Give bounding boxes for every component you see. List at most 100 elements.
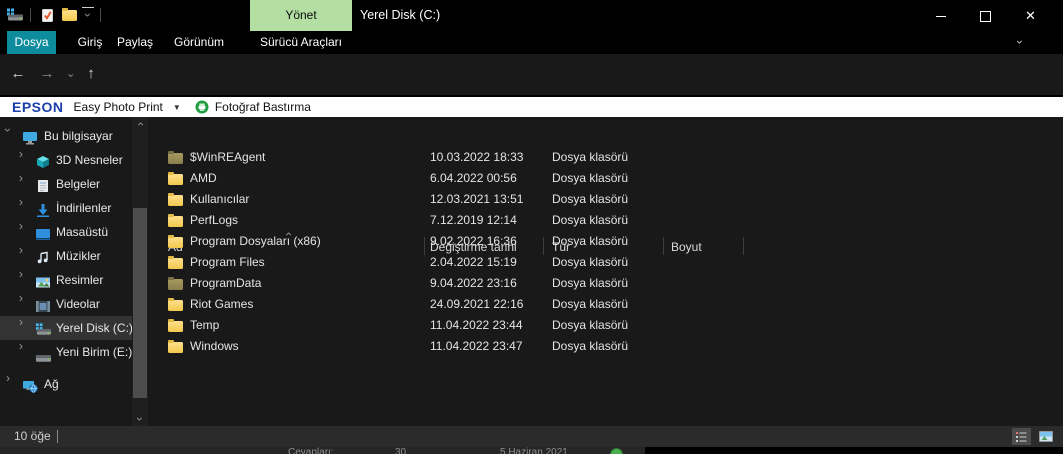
minimize-button[interactable] bbox=[918, 0, 963, 31]
sidebar-item-this-pc[interactable]: › Bu bilgisayar bbox=[0, 124, 132, 148]
photo-print-label: Fotoğraf Bastırma bbox=[214, 100, 311, 114]
expand-chevron-icon[interactable]: › bbox=[6, 372, 10, 384]
table-row[interactable]: PerfLogs 7.12.2019 12:14 Dosya klasörü bbox=[148, 210, 1063, 231]
file-date: 24.09.2021 22:16 bbox=[430, 297, 524, 311]
status-divider bbox=[57, 430, 58, 443]
tab-drive-tools[interactable]: Sürücü Araçları bbox=[250, 31, 352, 54]
sidebar-item-label: 3D Nesneler bbox=[56, 153, 123, 167]
sidebar-item-videos[interactable]: › Videolar bbox=[0, 292, 132, 316]
new-folder-icon[interactable] bbox=[62, 10, 77, 24]
table-row[interactable]: Program Files 2.04.2022 15:19 Dosya klas… bbox=[148, 252, 1063, 273]
file-type: Dosya klasörü bbox=[552, 213, 629, 227]
item-count: 10 öğe bbox=[14, 429, 51, 443]
sidebar-scrollbar[interactable]: › › bbox=[132, 117, 148, 426]
sidebar-item-network[interactable]: › Ağ bbox=[0, 372, 132, 396]
file-explorer-window: › Yönet Yerel Disk (C:) ✕ Dosya Giriş Pa… bbox=[0, 0, 1063, 454]
tab-share[interactable]: Paylaş bbox=[108, 31, 162, 54]
sidebar-item-label: Yerel Disk (C:) bbox=[56, 321, 133, 335]
sidebar-item-pictures[interactable]: › Resimler bbox=[0, 268, 132, 292]
customize-qat-icon[interactable]: › bbox=[81, 7, 95, 22]
file-date: 2.04.2022 15:19 bbox=[430, 255, 517, 269]
file-date: 12.03.2021 13:51 bbox=[430, 192, 524, 206]
sidebar-item-label: Bu bilgisayar bbox=[44, 129, 113, 143]
sidebar-item-documents[interactable]: › Belgeler bbox=[0, 172, 132, 196]
file-name: PerfLogs bbox=[190, 213, 239, 227]
file-name: Program Dosyaları (x86) bbox=[190, 234, 321, 248]
file-date: 11.04.2022 23:44 bbox=[430, 318, 523, 332]
file-type: Dosya klasörü bbox=[552, 234, 629, 248]
file-date: 9.02.2022 16:36 bbox=[430, 234, 517, 248]
table-row[interactable]: $WinREAgent 10.03.2022 18:33 Dosya klasö… bbox=[148, 147, 1063, 168]
scroll-up-icon[interactable]: › bbox=[132, 117, 148, 131]
file-name: Riot Games bbox=[190, 297, 254, 311]
file-name: AMD bbox=[190, 171, 217, 185]
tab-file[interactable]: Dosya bbox=[7, 31, 56, 54]
up-button[interactable]: ↑ bbox=[79, 61, 103, 87]
expand-chevron-icon[interactable]: › bbox=[19, 244, 23, 256]
file-type: Dosya klasörü bbox=[552, 255, 629, 269]
expand-chevron-icon[interactable]: › bbox=[19, 148, 23, 160]
table-row[interactable]: Temp 11.04.2022 23:44 Dosya klasörü bbox=[148, 315, 1063, 336]
folder-icon bbox=[168, 319, 183, 332]
file-name: Program Files bbox=[190, 255, 265, 269]
file-type: Dosya klasörü bbox=[552, 297, 629, 311]
epson-dropdown-icon[interactable]: ▼ bbox=[173, 103, 181, 112]
file-type: Dosya klasörü bbox=[552, 150, 629, 164]
expand-chevron-icon[interactable]: › bbox=[19, 196, 23, 208]
file-date: 7.12.2019 12:14 bbox=[430, 213, 517, 227]
file-name: Kullanıcılar bbox=[190, 192, 250, 206]
table-row[interactable]: Kullanıcılar 12.03.2021 13:51 Dosya klas… bbox=[148, 189, 1063, 210]
sidebar-item-label: Resimler bbox=[56, 273, 104, 287]
expand-chevron-icon[interactable]: › bbox=[19, 340, 23, 352]
tab-manage[interactable]: Yönet bbox=[250, 0, 352, 31]
qat-separator bbox=[100, 8, 101, 22]
ribbon-tab-row: Dosya Giriş Paylaş Görünüm Sürücü Araçla… bbox=[0, 31, 1063, 82]
content-area: › Bu bilgisayar › 3D Nesneler › Belgeler… bbox=[0, 117, 1063, 426]
expand-chevron-icon[interactable]: › bbox=[19, 268, 23, 280]
sidebar-item-local-disk-c[interactable]: › Yerel Disk (C:) bbox=[0, 316, 133, 340]
file-date: 10.03.2022 18:33 bbox=[430, 150, 524, 164]
scrollbar-thumb[interactable] bbox=[133, 208, 147, 398]
maximize-button[interactable] bbox=[963, 0, 1008, 31]
sidebar-item-downloads[interactable]: › İndirilenler bbox=[0, 196, 132, 220]
folder-icon bbox=[168, 172, 183, 185]
table-row[interactable]: Riot Games 24.09.2021 22:16 Dosya klasör… bbox=[148, 294, 1063, 315]
expand-chevron-icon[interactable]: › bbox=[19, 316, 23, 328]
drive-e-icon bbox=[35, 347, 52, 371]
collapse-ribbon-icon[interactable]: › bbox=[1010, 31, 1030, 54]
large-icons-view-button[interactable] bbox=[1036, 428, 1055, 445]
expand-chevron-icon[interactable]: › bbox=[19, 292, 23, 304]
sidebar-item-label: Videolar bbox=[56, 297, 100, 311]
tab-view[interactable]: Görünüm bbox=[159, 31, 239, 54]
file-type: Dosya klasörü bbox=[552, 318, 629, 332]
navigation-bar: ← → › ↑ › Bu bilgisayar › Yerel Disk (C:… bbox=[0, 54, 1063, 142]
file-date: 6.04.2022 00:56 bbox=[430, 171, 517, 185]
status-bar: 10 öğe bbox=[0, 426, 1063, 447]
scroll-down-icon[interactable]: › bbox=[132, 412, 148, 426]
back-button[interactable]: ← bbox=[6, 61, 30, 87]
sidebar-item-label: Ağ bbox=[44, 377, 59, 391]
table-row[interactable]: ProgramData 9.04.2022 23:16 Dosya klasör… bbox=[148, 273, 1063, 294]
expand-chevron-icon[interactable]: › bbox=[19, 220, 23, 232]
sidebar-item-music[interactable]: › Müzikler bbox=[0, 244, 132, 268]
sidebar-item-new-volume-e[interactable]: › Yeni Birim (E:) bbox=[0, 340, 132, 364]
properties-check-icon[interactable] bbox=[40, 8, 55, 26]
table-row[interactable]: AMD 6.04.2022 00:56 Dosya klasörü bbox=[148, 168, 1063, 189]
sidebar-item-label: Masaüstü bbox=[56, 225, 109, 239]
details-view-button[interactable] bbox=[1012, 428, 1031, 445]
file-date: 11.04.2022 23:47 bbox=[430, 339, 523, 353]
forward-button[interactable]: → bbox=[35, 61, 59, 87]
printer-icon bbox=[195, 100, 209, 114]
sidebar-item-3d-objects[interactable]: › 3D Nesneler bbox=[0, 148, 132, 172]
sidebar-item-desktop[interactable]: › Masaüstü bbox=[0, 220, 132, 244]
table-row[interactable]: Program Dosyaları (x86) 9.02.2022 16:36 … bbox=[148, 231, 1063, 252]
recent-locations-icon[interactable]: › bbox=[63, 61, 77, 87]
folder-icon bbox=[168, 235, 183, 248]
expand-chevron-icon[interactable]: › bbox=[1, 128, 15, 132]
close-button[interactable]: ✕ bbox=[1008, 0, 1053, 31]
expand-chevron-icon[interactable]: › bbox=[19, 172, 23, 184]
photo-print-button[interactable]: Fotoğraf Bastırma bbox=[195, 100, 311, 114]
window-title: Yerel Disk (C:) bbox=[360, 8, 441, 22]
background-black-area bbox=[645, 447, 1063, 454]
table-row[interactable]: Windows 11.04.2022 23:47 Dosya klasörü bbox=[148, 336, 1063, 357]
